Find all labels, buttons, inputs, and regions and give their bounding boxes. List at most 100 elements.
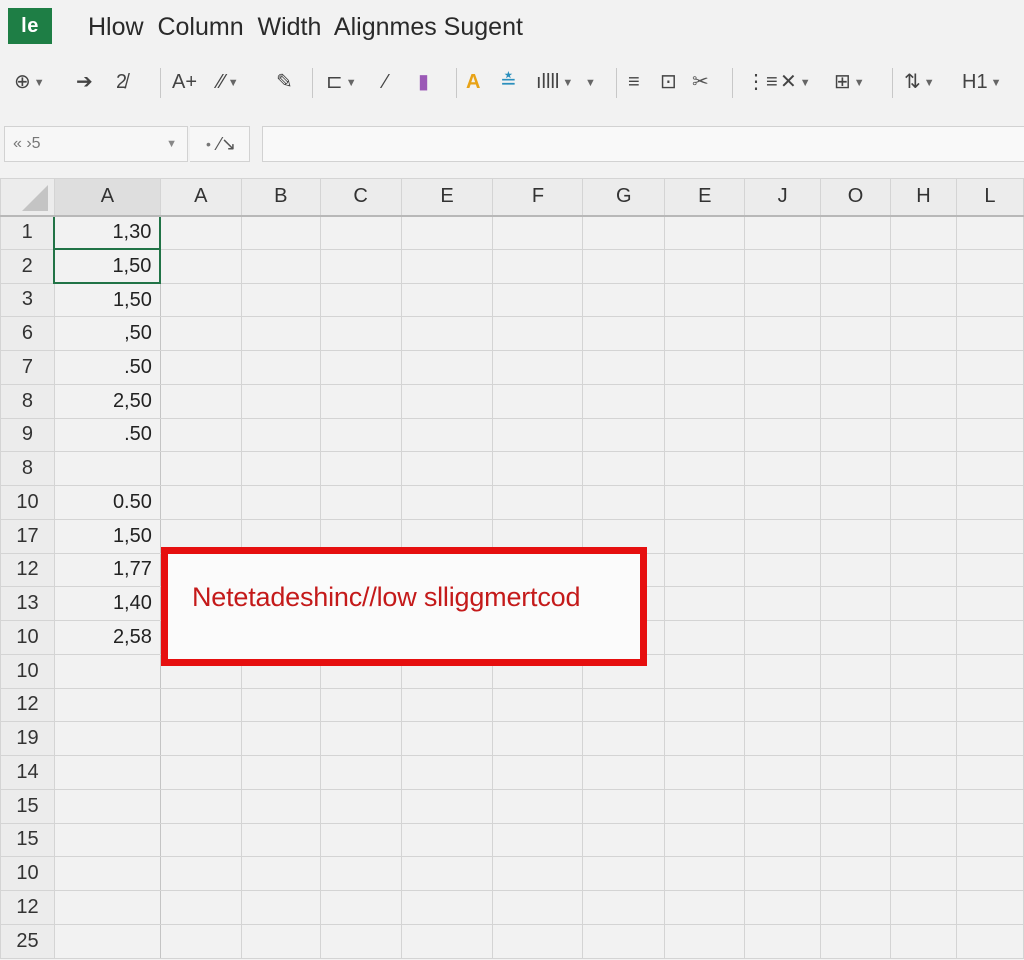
empty-cell[interactable] bbox=[492, 890, 584, 925]
empty-cell[interactable] bbox=[319, 687, 402, 723]
empty-cell[interactable] bbox=[400, 721, 494, 756]
empty-cell[interactable] bbox=[400, 755, 494, 790]
empty-cell[interactable] bbox=[240, 788, 321, 824]
empty-cell[interactable] bbox=[955, 248, 1024, 284]
empty-cell[interactable] bbox=[820, 552, 892, 588]
empty-cell[interactable] bbox=[744, 552, 822, 588]
empty-cell[interactable] bbox=[664, 721, 746, 756]
app-logo[interactable]: le bbox=[8, 8, 52, 44]
empty-cell[interactable] bbox=[159, 721, 242, 756]
empty-cell[interactable] bbox=[890, 248, 957, 284]
heading-tool-icon[interactable]: H1 ▼ bbox=[962, 66, 1001, 98]
empty-cell[interactable] bbox=[820, 923, 892, 959]
insert-function-icon[interactable]: ⁄↘ bbox=[218, 127, 236, 161]
empty-cell[interactable] bbox=[582, 248, 666, 284]
row-header[interactable]: 10 bbox=[0, 620, 55, 655]
row-header[interactable]: 12 bbox=[0, 552, 55, 588]
empty-cell[interactable] bbox=[744, 282, 822, 318]
empty-cell[interactable] bbox=[492, 822, 584, 858]
empty-cell[interactable] bbox=[240, 282, 321, 318]
empty-cell[interactable] bbox=[492, 248, 584, 284]
empty-cell[interactable] bbox=[400, 215, 494, 250]
empty-cell[interactable] bbox=[955, 788, 1024, 824]
empty-cell[interactable] bbox=[820, 653, 892, 689]
empty-cell[interactable] bbox=[890, 417, 957, 453]
value-cell[interactable] bbox=[53, 890, 161, 925]
empty-cell[interactable] bbox=[582, 788, 666, 824]
empty-cell[interactable] bbox=[319, 822, 402, 858]
empty-cell[interactable] bbox=[159, 755, 242, 790]
selected-cell[interactable]: 1,30 bbox=[53, 214, 162, 251]
scissors-icon[interactable]: ✂ bbox=[692, 66, 709, 98]
empty-cell[interactable] bbox=[319, 350, 402, 385]
row-header[interactable]: 3 bbox=[0, 282, 55, 318]
row-header[interactable]: 7 bbox=[0, 350, 55, 385]
empty-cell[interactable] bbox=[664, 350, 746, 385]
empty-cell[interactable] bbox=[955, 653, 1024, 689]
empty-cell[interactable] bbox=[582, 383, 666, 419]
empty-cell[interactable] bbox=[744, 687, 822, 723]
empty-cell[interactable] bbox=[820, 687, 892, 723]
empty-cell[interactable] bbox=[744, 248, 822, 284]
empty-cell[interactable] bbox=[319, 923, 402, 959]
empty-cell[interactable] bbox=[744, 923, 822, 959]
value-cell[interactable] bbox=[53, 788, 161, 824]
value-cell[interactable]: ,50 bbox=[53, 316, 161, 351]
value-cell[interactable] bbox=[53, 923, 161, 959]
chevron-down-icon[interactable]: ▼ bbox=[800, 77, 811, 89]
empty-cell[interactable] bbox=[582, 856, 666, 891]
row-header[interactable]: 6 bbox=[0, 316, 55, 351]
empty-cell[interactable] bbox=[890, 788, 957, 824]
empty-cell[interactable] bbox=[240, 721, 321, 756]
empty-cell[interactable] bbox=[890, 350, 957, 385]
empty-cell[interactable] bbox=[582, 350, 666, 385]
empty-cell[interactable] bbox=[744, 620, 822, 655]
empty-cell[interactable] bbox=[240, 417, 321, 453]
empty-cell[interactable] bbox=[400, 350, 494, 385]
empty-cell[interactable] bbox=[319, 282, 402, 318]
column-chart-icon[interactable]: ıllll ▼ bbox=[536, 66, 573, 98]
empty-cell[interactable] bbox=[955, 383, 1024, 419]
column-header[interactable]: B bbox=[240, 178, 321, 217]
column-header[interactable]: C bbox=[319, 178, 402, 217]
empty-cell[interactable] bbox=[319, 755, 402, 790]
empty-cell[interactable] bbox=[664, 316, 746, 351]
empty-cell[interactable] bbox=[492, 856, 584, 891]
empty-cell[interactable] bbox=[159, 451, 242, 486]
empty-cell[interactable] bbox=[890, 687, 957, 723]
row-header[interactable]: 2 bbox=[0, 248, 55, 284]
value-cell[interactable]: 1,40 bbox=[53, 586, 161, 621]
value-cell[interactable] bbox=[53, 653, 161, 689]
empty-cell[interactable] bbox=[240, 350, 321, 385]
empty-cell[interactable] bbox=[955, 755, 1024, 790]
empty-cell[interactable] bbox=[744, 215, 822, 250]
empty-cell[interactable] bbox=[240, 687, 321, 723]
empty-cell[interactable] bbox=[820, 856, 892, 891]
empty-cell[interactable] bbox=[240, 485, 321, 520]
font-size-increase-icon[interactable]: A+ bbox=[172, 66, 197, 98]
empty-cell[interactable] bbox=[744, 822, 822, 858]
empty-cell[interactable] bbox=[820, 518, 892, 554]
row-header[interactable]: 10 bbox=[0, 856, 55, 891]
empty-cell[interactable] bbox=[240, 923, 321, 959]
empty-cell[interactable] bbox=[890, 383, 957, 419]
empty-cell[interactable] bbox=[744, 755, 822, 790]
row-header[interactable]: 10 bbox=[0, 485, 55, 520]
row-header[interactable]: 15 bbox=[0, 788, 55, 824]
column-header[interactable]: G bbox=[582, 178, 666, 217]
empty-cell[interactable] bbox=[492, 215, 584, 250]
empty-cell[interactable] bbox=[890, 586, 957, 621]
empty-cell[interactable] bbox=[492, 923, 584, 959]
empty-cell[interactable] bbox=[159, 788, 242, 824]
empty-cell[interactable] bbox=[159, 856, 242, 891]
empty-cell[interactable] bbox=[492, 687, 584, 723]
column-header[interactable]: H bbox=[890, 178, 957, 217]
empty-cell[interactable] bbox=[240, 451, 321, 486]
empty-cell[interactable] bbox=[744, 518, 822, 554]
empty-cell[interactable] bbox=[955, 822, 1024, 858]
value-cell[interactable] bbox=[53, 856, 161, 891]
empty-cell[interactable] bbox=[159, 248, 242, 284]
chevron-down-icon[interactable]: ▼ bbox=[228, 77, 239, 89]
wrap-icon[interactable]: ⊡ bbox=[660, 66, 677, 98]
empty-cell[interactable] bbox=[955, 890, 1024, 925]
